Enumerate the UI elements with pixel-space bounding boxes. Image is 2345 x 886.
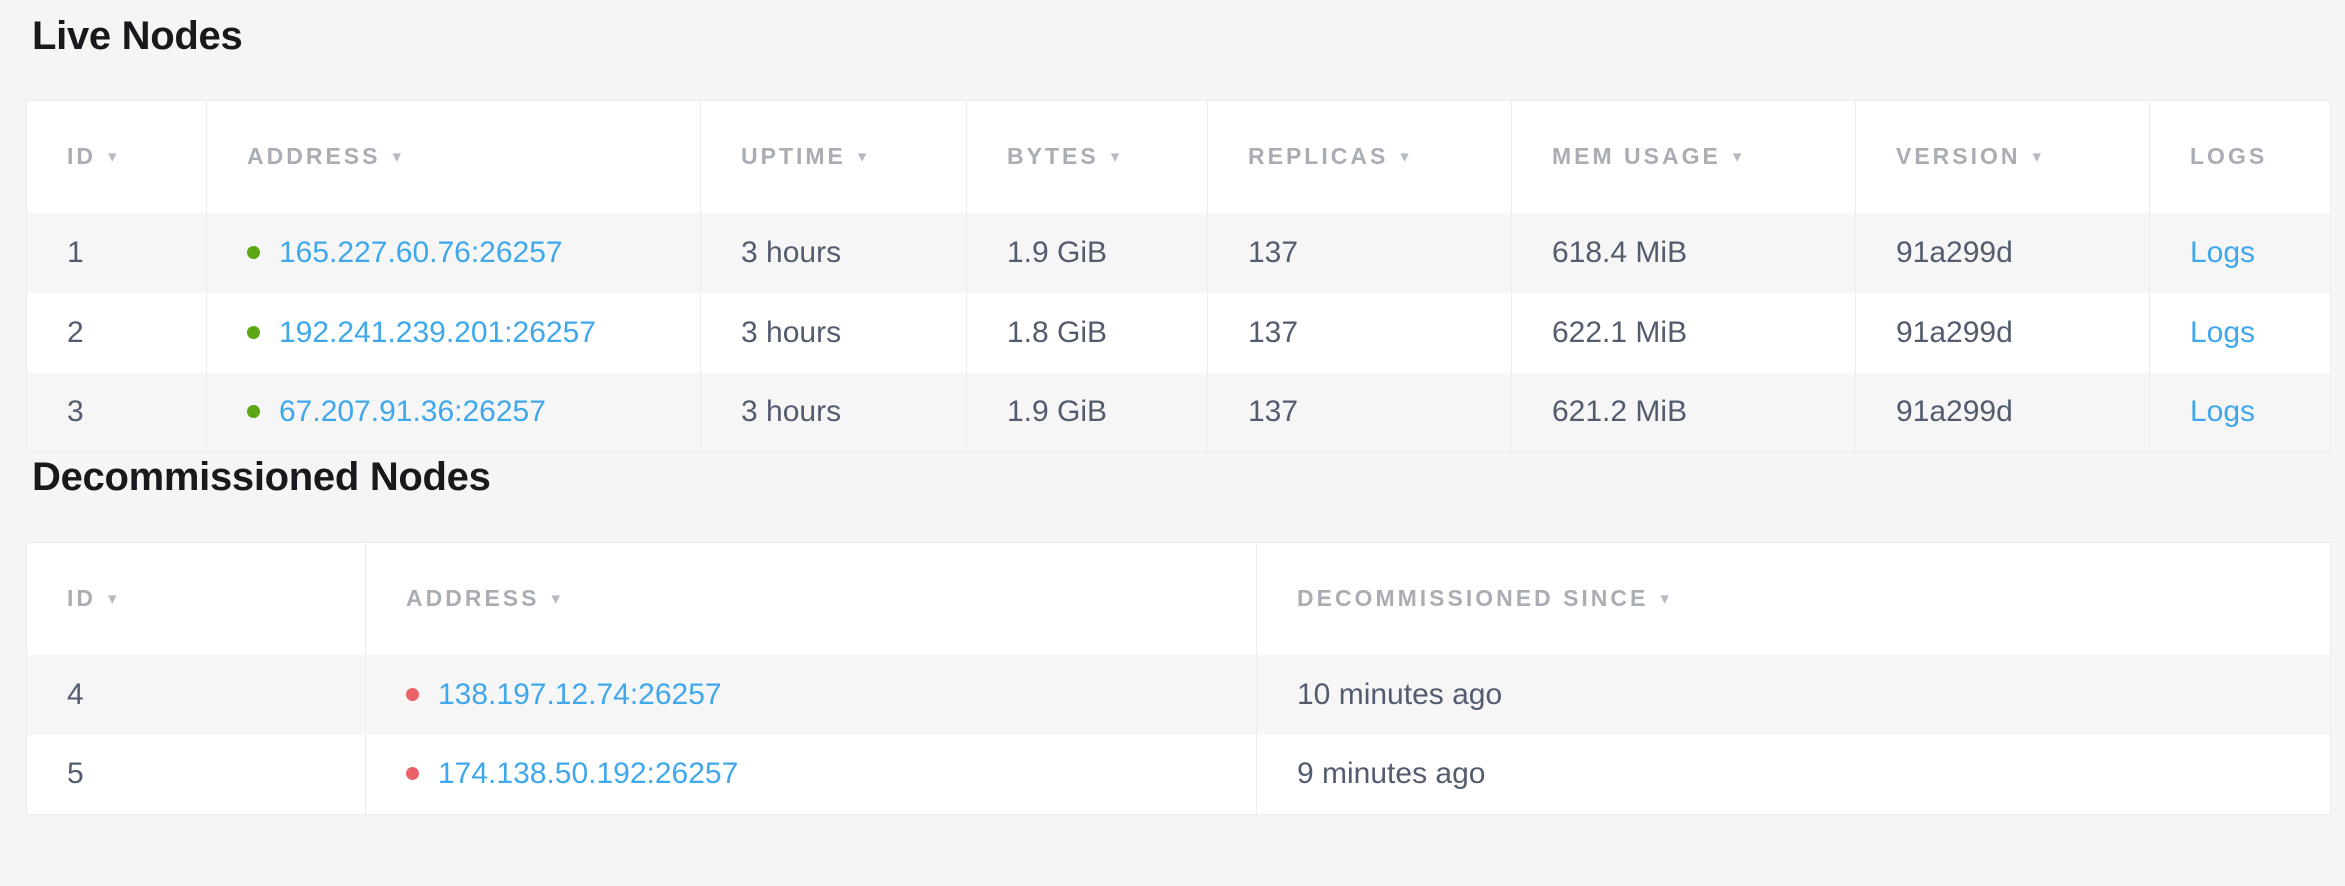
live-nodes-title: Live Nodes xyxy=(32,12,2330,60)
nodes-page: Live Nodes ID▾ ADDRESS▾ UPTIME▾ BYTES▾ R… xyxy=(0,0,2345,815)
live-nodes-table: ID▾ ADDRESS▾ UPTIME▾ BYTES▾ REPLICAS▾ ME… xyxy=(26,100,2331,453)
logs-cell: Logs xyxy=(2150,373,2331,453)
live-status-icon xyxy=(247,246,260,259)
node-address-cell: 67.207.91.36:26257 xyxy=(207,373,701,453)
sort-arrow-icon: ▾ xyxy=(1733,147,1742,166)
replicas-cell: 137 xyxy=(1208,293,1512,373)
node-address-link[interactable]: 138.197.12.74:26257 xyxy=(438,678,722,711)
sort-arrow-icon: ▾ xyxy=(108,147,117,166)
decommissioned-since-cell: 9 minutes ago xyxy=(1257,735,2331,815)
replicas-cell: 137 xyxy=(1208,213,1512,293)
sort-arrow-icon: ▾ xyxy=(108,589,117,608)
mem-usage-cell: 621.2 MiB xyxy=(1512,373,1856,453)
node-address-cell: 165.227.60.76:26257 xyxy=(207,213,701,293)
sort-arrow-icon: ▾ xyxy=(1400,147,1409,166)
bytes-cell: 1.9 GiB xyxy=(967,373,1208,453)
node-id-cell: 5 xyxy=(27,735,366,815)
mem-usage-cell: 618.4 MiB xyxy=(1512,213,1856,293)
uptime-cell: 3 hours xyxy=(701,213,967,293)
table-row: 3 67.207.91.36:26257 3 hours 1.9 GiB 137… xyxy=(27,373,2331,453)
bytes-cell: 1.9 GiB xyxy=(967,213,1208,293)
column-header-bytes[interactable]: BYTES▾ xyxy=(967,101,1208,213)
column-header-uptime[interactable]: UPTIME▾ xyxy=(701,101,967,213)
mem-usage-cell: 622.1 MiB xyxy=(1512,293,1856,373)
table-row: 2 192.241.239.201:26257 3 hours 1.8 GiB … xyxy=(27,293,2331,373)
table-row: 4 138.197.12.74:26257 10 minutes ago xyxy=(27,655,2331,735)
sort-arrow-icon: ▾ xyxy=(2033,147,2042,166)
node-address-link[interactable]: 67.207.91.36:26257 xyxy=(279,395,546,428)
bytes-cell: 1.8 GiB xyxy=(967,293,1208,373)
column-header-address[interactable]: ADDRESS▾ xyxy=(207,101,701,213)
column-header-mem-usage[interactable]: MEM USAGE▾ xyxy=(1512,101,1856,213)
node-address-link[interactable]: 192.241.239.201:26257 xyxy=(279,316,596,349)
decommissioned-nodes-title: Decommissioned Nodes xyxy=(32,453,2330,501)
sort-arrow-icon: ▾ xyxy=(392,147,401,166)
sort-arrow-icon: ▾ xyxy=(1111,147,1120,166)
node-id-cell: 2 xyxy=(27,293,207,373)
version-cell: 91a299d xyxy=(1856,293,2150,373)
column-header-id[interactable]: ID▾ xyxy=(27,101,207,213)
column-header-address[interactable]: ADDRESS▾ xyxy=(366,543,1257,655)
decommissioned-since-cell: 10 minutes ago xyxy=(1257,655,2331,735)
live-status-icon xyxy=(247,405,260,418)
node-id-cell: 3 xyxy=(27,373,207,453)
logs-cell: Logs xyxy=(2150,293,2331,373)
uptime-cell: 3 hours xyxy=(701,293,967,373)
version-cell: 91a299d xyxy=(1856,373,2150,453)
decommissioned-nodes-table: ID▾ ADDRESS▾ DECOMMISSIONED SINCE▾ 4 138… xyxy=(26,542,2331,815)
node-id-cell: 1 xyxy=(27,213,207,293)
decommissioned-nodes-section: Decommissioned Nodes ID▾ ADDRESS▾ DECOMM… xyxy=(26,453,2330,815)
decommissioned-nodes-header-row: ID▾ ADDRESS▾ DECOMMISSIONED SINCE▾ xyxy=(27,543,2331,655)
version-cell: 91a299d xyxy=(1856,213,2150,293)
live-nodes-section: Live Nodes ID▾ ADDRESS▾ UPTIME▾ BYTES▾ R… xyxy=(26,12,2330,453)
uptime-cell: 3 hours xyxy=(701,373,967,453)
sort-arrow-icon: ▾ xyxy=(858,147,867,166)
node-address-cell: 138.197.12.74:26257 xyxy=(366,655,1257,735)
node-address-link[interactable]: 174.138.50.192:26257 xyxy=(438,757,738,790)
sort-arrow-icon: ▾ xyxy=(551,589,560,608)
decommissioned-status-icon xyxy=(406,688,419,701)
sort-arrow-icon: ▾ xyxy=(1660,589,1669,608)
node-id-cell: 4 xyxy=(27,655,366,735)
logs-link[interactable]: Logs xyxy=(2190,316,2255,349)
replicas-cell: 137 xyxy=(1208,373,1512,453)
logs-cell: Logs xyxy=(2150,213,2331,293)
node-address-link[interactable]: 165.227.60.76:26257 xyxy=(279,236,563,269)
table-row: 1 165.227.60.76:26257 3 hours 1.9 GiB 13… xyxy=(27,213,2331,293)
logs-link[interactable]: Logs xyxy=(2190,236,2255,269)
column-header-version[interactable]: VERSION▾ xyxy=(1856,101,2150,213)
node-address-cell: 174.138.50.192:26257 xyxy=(366,735,1257,815)
column-header-id[interactable]: ID▾ xyxy=(27,543,366,655)
live-status-icon xyxy=(247,326,260,339)
logs-link[interactable]: Logs xyxy=(2190,395,2255,428)
decommissioned-status-icon xyxy=(406,767,419,780)
node-address-cell: 192.241.239.201:26257 xyxy=(207,293,701,373)
table-row: 5 174.138.50.192:26257 9 minutes ago xyxy=(27,735,2331,815)
live-nodes-header-row: ID▾ ADDRESS▾ UPTIME▾ BYTES▾ REPLICAS▾ ME… xyxy=(27,101,2331,213)
column-header-decommissioned-since[interactable]: DECOMMISSIONED SINCE▾ xyxy=(1257,543,2331,655)
column-header-logs: LOGS xyxy=(2150,101,2331,213)
column-header-replicas[interactable]: REPLICAS▾ xyxy=(1208,101,1512,213)
